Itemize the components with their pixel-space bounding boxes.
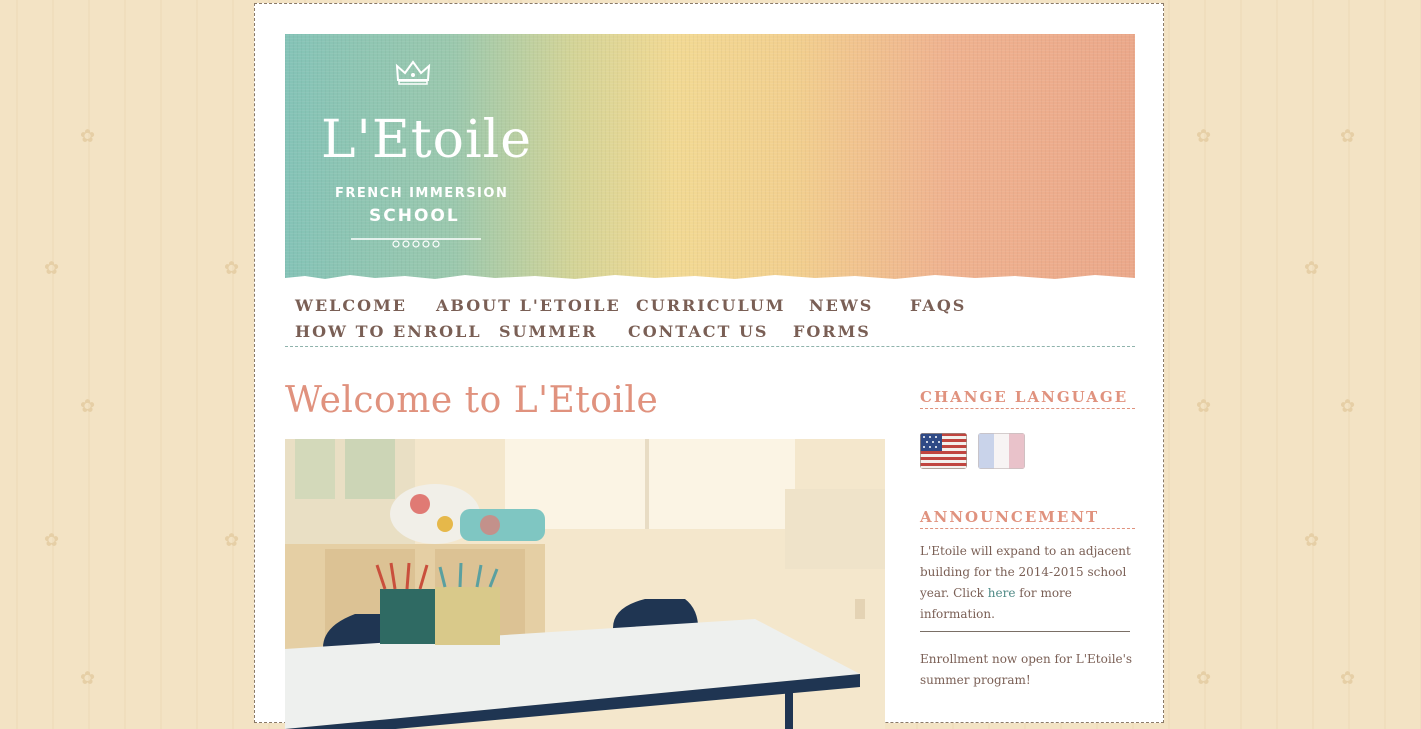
header-banner: L'Etoile FRENCH IMMERSION SCHOOL [285,34,1135,282]
school-logo[interactable]: L'Etoile FRENCH IMMERSION SCHOOL [321,58,533,248]
background-flower-icon: ✿ [80,396,96,417]
background-flower-icon: ✿ [44,258,60,279]
nav-summer[interactable]: SUMMER [499,322,597,341]
nav-contact-us[interactable]: CONTACT US [628,322,768,341]
background-flower-icon: ✿ [1304,258,1320,279]
background-flower-icon: ✿ [1340,126,1356,147]
background-flower-icon: ✿ [1340,396,1356,417]
background-flower-icon: ✿ [80,126,96,147]
background-flower-icon: ✿ [1304,530,1320,551]
background-flower-icon: ✿ [1196,396,1212,417]
classroom-photo [285,439,885,729]
brand-subtagline: SCHOOL [369,206,460,226]
background-flower-icon: ✿ [1340,668,1356,689]
background-flower-icon: ✿ [44,530,60,551]
sidebar-divider [920,631,1130,632]
background-flower-icon: ✿ [1196,668,1212,689]
background-flower-icon: ✿ [1196,126,1212,147]
background-flower-icon: ✿ [224,530,240,551]
nav-about[interactable]: ABOUT L'ETOILE [436,296,621,315]
main-navigation: WELCOME ABOUT L'ETOILE CURRICULUM NEWS F… [285,292,1135,347]
background-flower-icon: ✿ [80,668,96,689]
brand-name: L'Etoile [321,110,533,170]
announcement-text: L'Etoile will expand to an adjacent buil… [920,541,1140,625]
announcement-heading: ANNOUNCEMENT [920,508,1135,529]
crown-icon [395,60,431,85]
nav-curriculum[interactable]: CURRICULUM [636,296,786,315]
nav-forms[interactable]: FORMS [793,322,871,341]
us-flag-icon[interactable] [920,433,967,469]
change-language-heading: CHANGE LANGUAGE [920,388,1135,409]
nav-welcome[interactable]: WELCOME [295,296,407,315]
nav-how-to-enroll[interactable]: HOW TO ENROLL [295,322,482,341]
flourish-ornament [351,238,481,248]
nav-news[interactable]: NEWS [809,296,873,315]
page-container: L'Etoile FRENCH IMMERSION SCHOOL WELCOME… [254,3,1164,729]
france-flag-icon[interactable] [978,433,1025,469]
announcement-here-link[interactable]: here [988,586,1016,600]
torn-edge [285,275,1135,282]
page-title: Welcome to L'Etoile [285,380,659,421]
nav-faqs[interactable]: FAQS [910,296,966,315]
classroom-illustration [285,439,885,729]
background-flower-icon: ✿ [224,258,240,279]
brand-tagline: FRENCH IMMERSION [335,186,509,201]
enrollment-announcement: Enrollment now open for L'Etoile's summe… [920,652,1133,687]
